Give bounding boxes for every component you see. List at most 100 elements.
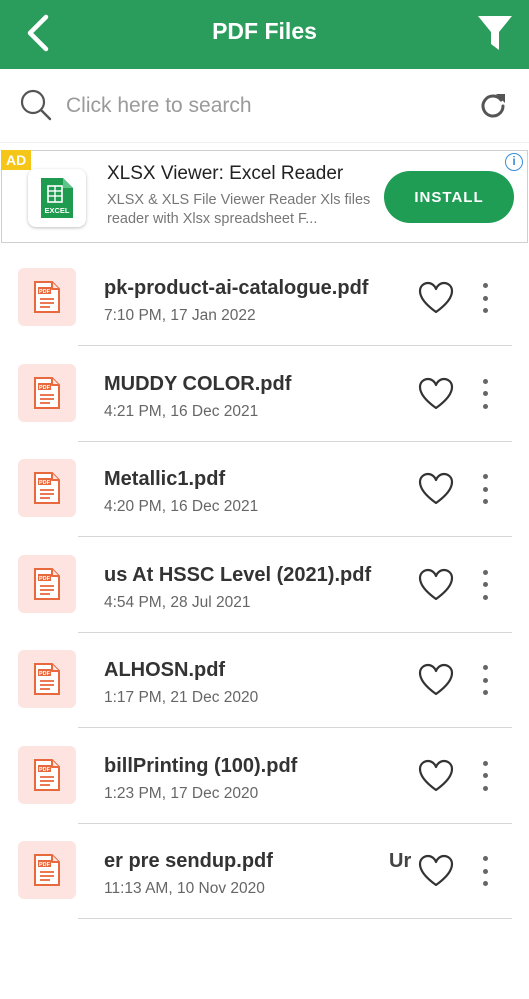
heart-icon [418,472,454,505]
heart-icon [418,759,454,791]
file-row[interactable]: PDF billPrinting (100).pdf 1:23 PM, 17 D… [0,728,529,824]
file-date: 4:20 PM, 16 Dec 2021 [104,498,259,515]
more-dot-icon [482,881,488,886]
file-row[interactable]: PDF Metallic1.pdf 4:20 PM, 16 Dec 2021 [0,441,529,537]
heart-icon [418,281,454,314]
file-date: 1:17 PM, 21 Dec 2020 [104,689,259,706]
file-row[interactable]: PDF ALHOSN.pdf 1:17 PM, 21 Dec 2020 [0,632,529,728]
favorite-button[interactable] [418,377,454,411]
excel-app-icon: EXCEL [28,169,86,227]
file-date: 1:23 PM, 17 Dec 2020 [104,784,259,802]
more-options-button[interactable] [474,663,496,697]
svg-text:EXCEL: EXCEL [44,206,69,215]
install-button[interactable]: INSTALL [384,171,514,223]
favorite-button[interactable] [418,568,454,602]
search-input[interactable] [66,89,426,123]
refresh-icon[interactable] [479,91,507,119]
file-name: ALHOSN.pdf [104,659,226,681]
file-icon: PDF [18,554,76,613]
more-dot-icon [482,582,488,587]
file-icon: PDF [18,650,76,708]
more-dot-icon [482,283,488,288]
page-title: PDF Files [212,18,317,44]
pdf-file-icon: PDF [34,854,60,886]
ad-banner[interactable]: AD i EXCEL XLSX Viewer: Excel Reader XLS… [1,150,528,243]
file-date: 7:10 PM, 17 Jan 2022 [104,307,256,324]
heart-icon [418,854,454,887]
pdf-file-icon: PDF [34,758,60,791]
file-row[interactable]: PDF MUDDY COLOR.pdf 4:21 PM, 16 Dec 2021 [0,346,529,442]
file-name: MUDDY COLOR.pdf [104,372,292,395]
svg-text:PDF: PDF [39,480,51,486]
file-row[interactable]: PDF er pre sendup.pdf Ur 11:13 AM, 10 No… [0,823,529,919]
more-dot-icon [482,785,488,791]
more-dot-icon [482,773,488,778]
search-icon [20,89,52,121]
file-name: us At HSSC Level (2021).pdf [104,563,372,586]
ad-description: XLSX & XLS File Viewer Reader Xls files … [107,192,371,227]
svg-text:PDF: PDF [39,385,51,391]
more-dot-icon [482,308,488,313]
more-options-button[interactable] [474,759,496,793]
more-options-button[interactable] [474,377,496,411]
heart-icon [418,663,454,696]
more-dot-icon [482,378,488,384]
file-name: er pre sendup.pdf [104,850,273,872]
file-date: 4:54 PM, 28 Jul 2021 [104,593,251,611]
more-dot-icon [482,594,488,600]
favorite-button[interactable] [418,472,454,506]
more-dot-icon [482,690,488,695]
more-dot-icon [482,677,488,683]
file-name: billPrinting (100).pdf [104,754,298,777]
file-icon: PDF [18,268,76,326]
file-icon: PDF [18,745,76,804]
heart-icon [418,568,454,600]
more-options-button[interactable] [474,472,496,506]
file-date: 4:21 PM, 16 Dec 2021 [104,402,259,420]
more-options-button[interactable] [474,281,496,315]
file-row[interactable]: PDF us At HSSC Level (2021).pdf 4:54 PM,… [0,537,529,633]
more-dot-icon [482,569,488,575]
pdf-file-icon: PDF [34,281,60,313]
heart-icon [418,377,454,409]
ad-badge: AD [1,150,32,170]
favorite-button[interactable] [418,281,454,315]
favorite-button[interactable] [418,854,454,888]
more-dot-icon [482,474,488,479]
file-row[interactable]: PDF pk-product-ai-catalogue.pdf 7:10 PM,… [0,250,529,346]
pdf-file-icon: PDF [34,567,60,600]
ad-info-icon[interactable]: i [505,153,523,171]
favorite-button[interactable] [418,759,454,793]
more-dot-icon [482,391,488,396]
file-name: Metallic1.pdf [104,468,226,490]
favorite-button[interactable] [418,663,454,697]
pdf-file-icon: PDF [34,472,60,504]
file-name-overflow: Ur [389,850,412,872]
filter-button[interactable] [475,12,515,54]
more-dot-icon [482,856,488,861]
ad-title: XLSX Viewer: Excel Reader [107,163,344,184]
more-dot-icon [482,403,488,409]
more-dot-icon [482,760,488,766]
file-name: pk-product-ai-catalogue.pdf [104,277,369,299]
more-options-button[interactable] [474,854,496,888]
svg-text:PDF: PDF [39,576,51,582]
filter-icon [478,16,512,50]
divider [78,918,512,919]
file-icon: PDF [18,363,76,422]
more-options-button[interactable] [474,568,496,602]
more-dot-icon [482,486,488,492]
more-dot-icon [482,665,488,670]
svg-text:PDF: PDF [39,671,51,677]
svg-text:PDF: PDF [39,289,51,295]
more-dot-icon [482,868,488,874]
svg-text:PDF: PDF [39,862,51,868]
app-bar: PDF Files [0,0,529,69]
more-dot-icon [482,295,488,301]
svg-text:PDF: PDF [39,767,51,773]
search-bar [0,69,529,143]
pdf-file-icon: PDF [34,663,60,695]
pdf-file-icon: PDF [34,376,60,409]
file-date: 11:13 AM, 10 Nov 2020 [104,880,265,897]
file-icon: PDF [18,459,76,517]
